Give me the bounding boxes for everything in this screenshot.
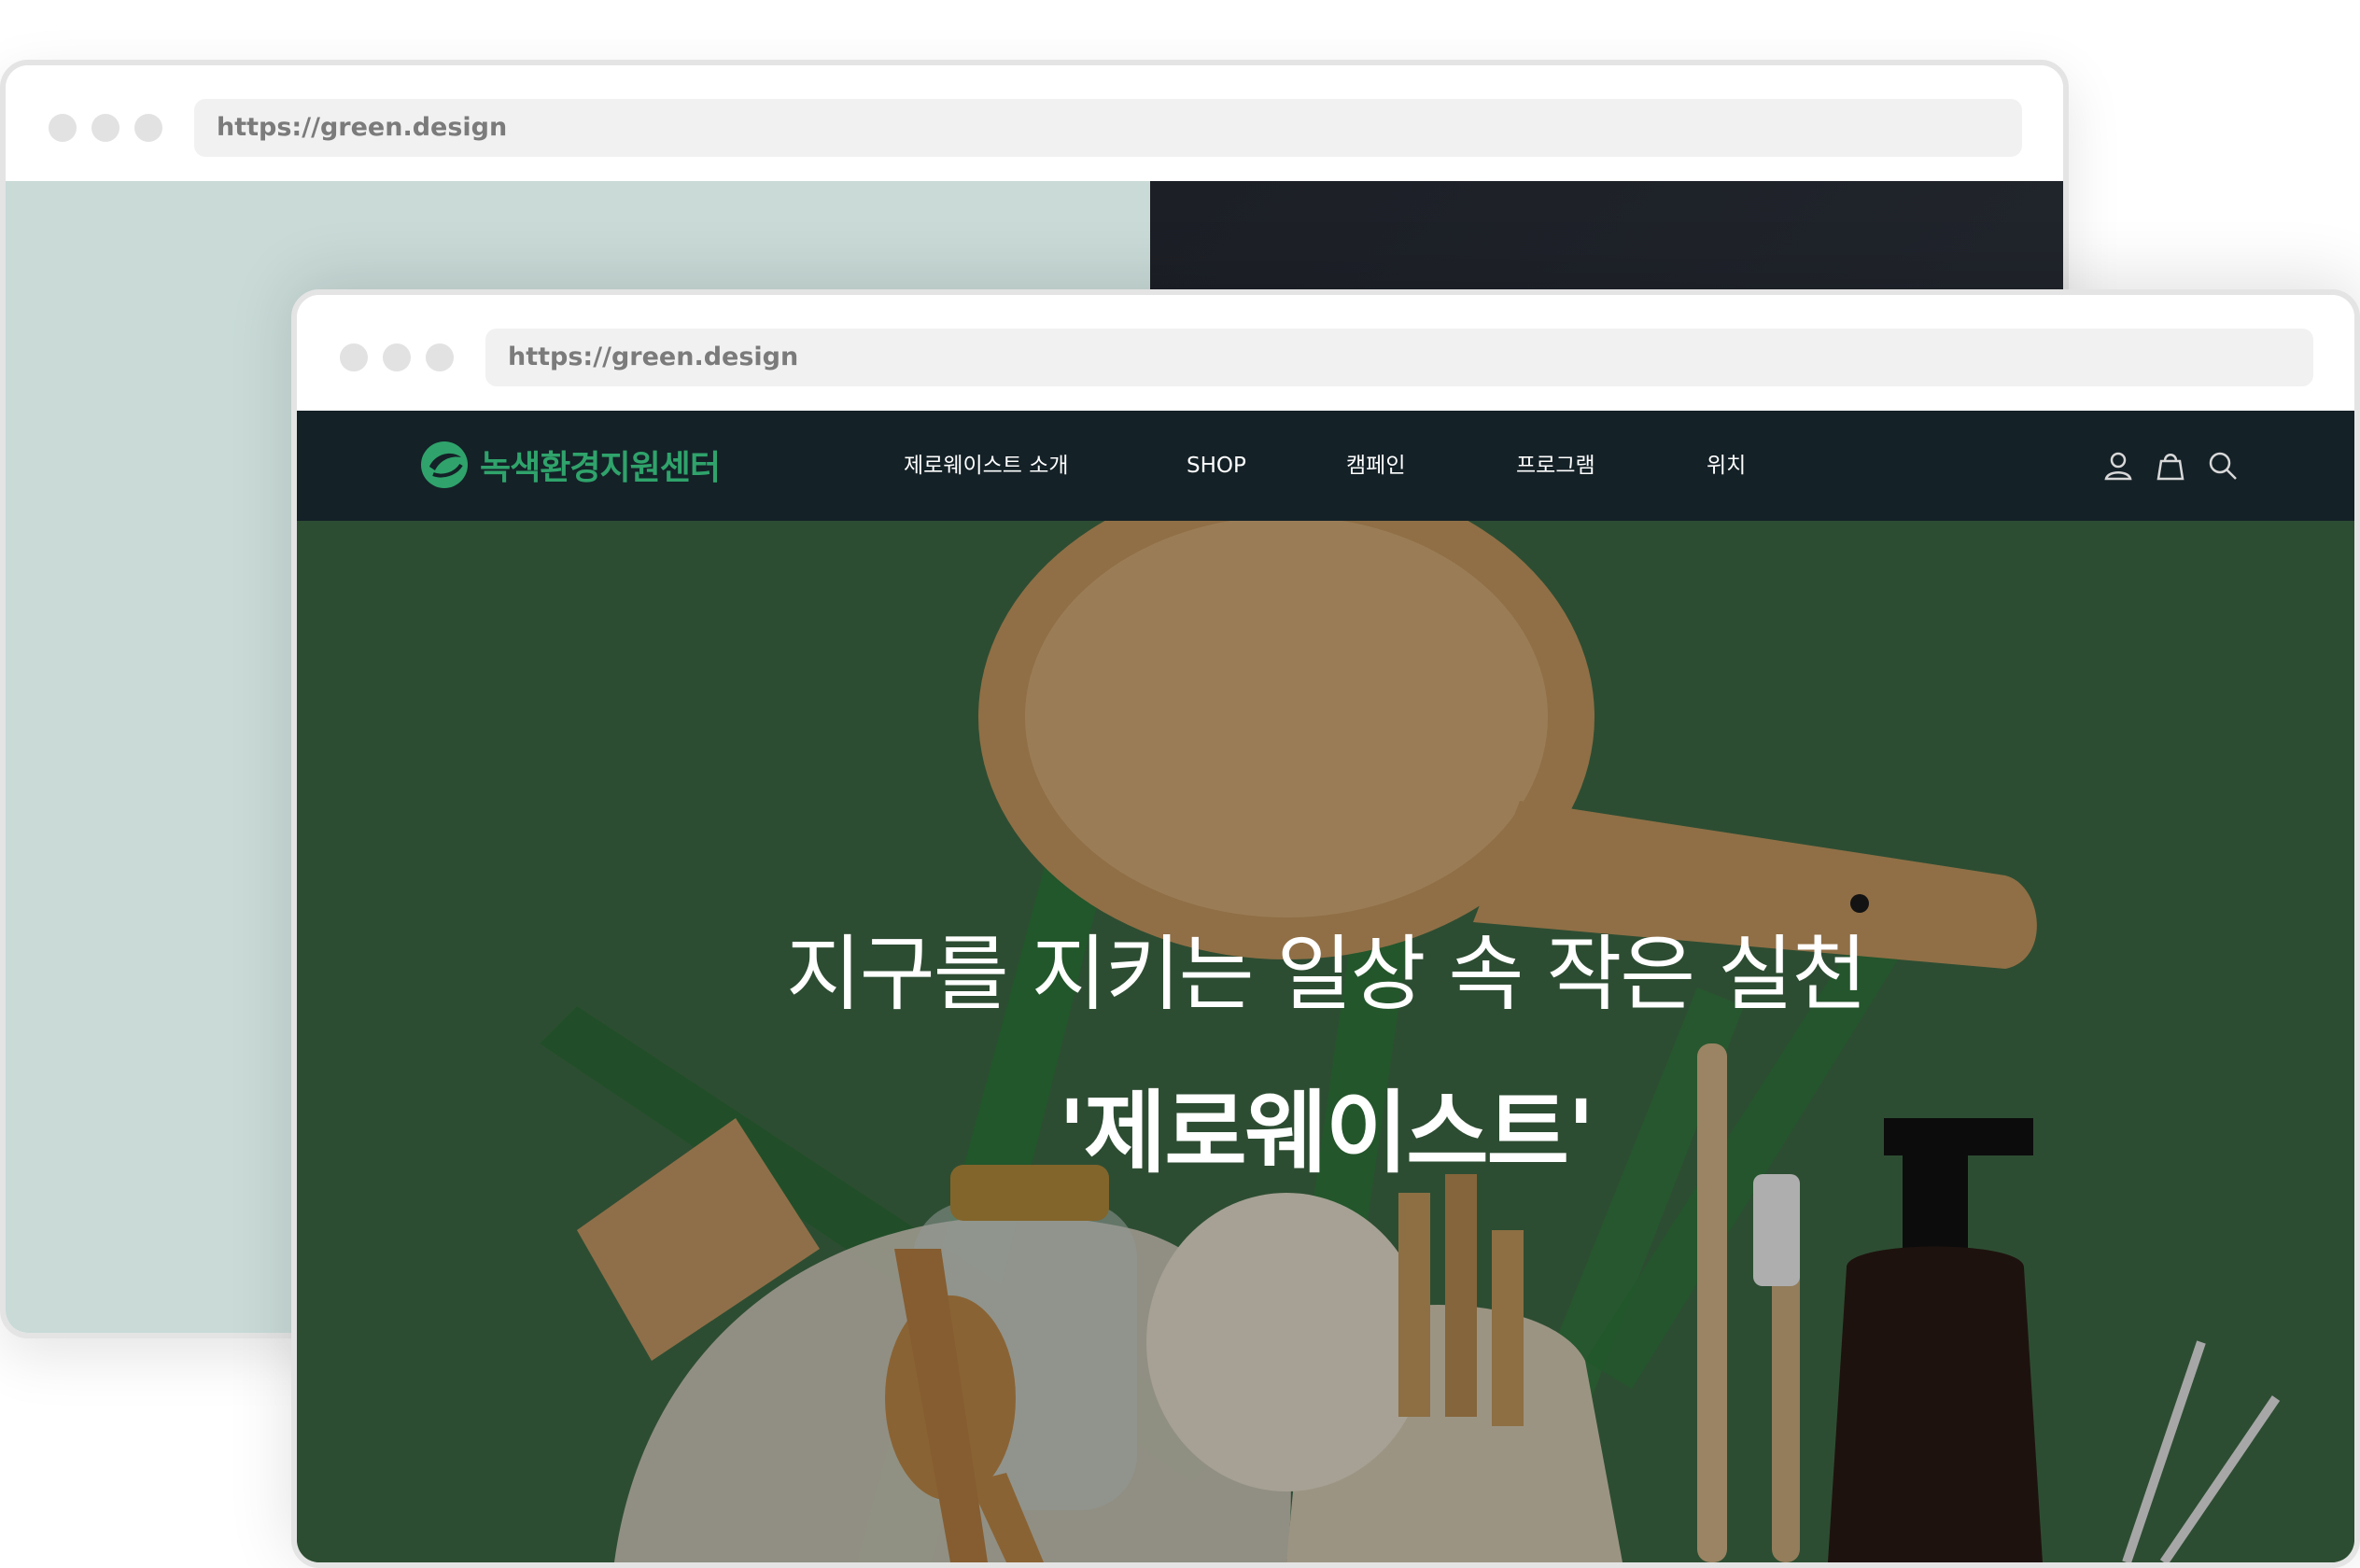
hero-subheadline: '제로웨이스트' <box>1058 1081 1595 1185</box>
shopping-bag-icon[interactable] <box>2155 450 2186 482</box>
leaf-logo-icon <box>421 441 468 488</box>
window-minimize-button[interactable] <box>383 343 411 371</box>
hero-headline: 지구를 지키는 일상 속 작은 실천 <box>785 926 1867 1022</box>
address-bar[interactable]: https://green.design <box>194 99 2022 157</box>
nav-item-campaign[interactable]: 캠페인 <box>1346 411 1405 521</box>
address-bar[interactable]: https://green.design <box>485 329 2313 386</box>
logo-text: 녹색환경지원센터 <box>480 449 721 487</box>
nav-item-shop[interactable]: SHOP <box>1187 411 1246 521</box>
window-maximize-button[interactable] <box>426 343 454 371</box>
site-navbar: 녹색환경지원센터 제로웨이스트 소개 SHOP 캠페인 프로그램 위치 <box>297 411 2354 521</box>
user-icon[interactable] <box>2102 450 2134 482</box>
window-close-button[interactable] <box>49 114 77 142</box>
window-maximize-button[interactable] <box>134 114 162 142</box>
hero-overlay <box>297 521 2354 1562</box>
website: 녹색환경지원센터 제로웨이스트 소개 SHOP 캠페인 프로그램 위치 지구를 … <box>297 411 2354 1562</box>
nav-item-zerowaste-intro[interactable]: 제로웨이스트 소개 <box>904 411 1069 521</box>
hero-banner: 지구를 지키는 일상 속 작은 실천 '제로웨이스트' <box>297 521 2354 1562</box>
site-logo[interactable]: 녹색환경지원센터 <box>418 439 721 491</box>
nav-item-location[interactable]: 위치 <box>1707 411 1746 521</box>
window-minimize-button[interactable] <box>91 114 119 142</box>
browser-chrome: https://green.design <box>6 65 2063 181</box>
window-close-button[interactable] <box>340 343 368 371</box>
browser-chrome: https://green.design <box>297 295 2354 411</box>
search-icon[interactable] <box>2207 450 2239 482</box>
nav-item-program[interactable]: 프로그램 <box>1516 411 1595 521</box>
front-browser-window: https://green.design 녹색환경지원센터 제로웨이스트 소개 … <box>291 289 2360 1568</box>
